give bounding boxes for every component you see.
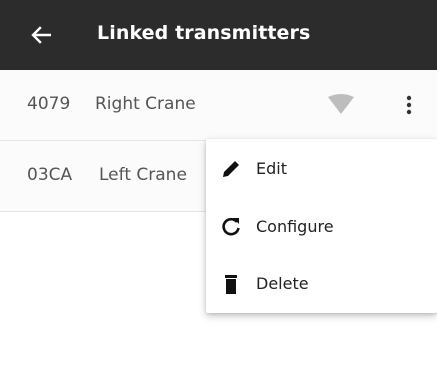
- menu-item-label: Edit: [256, 159, 287, 178]
- menu-item-edit[interactable]: Edit: [206, 141, 437, 197]
- more-vert-icon: [406, 95, 412, 115]
- trash-icon: [225, 275, 237, 294]
- refresh-icon: [222, 217, 240, 236]
- transmitter-id: 03CA: [27, 165, 73, 185]
- menu-item-label: Delete: [256, 274, 309, 293]
- arrow-left-icon: [31, 26, 51, 44]
- transmitter-name: Left Crane: [99, 165, 187, 185]
- transmitter-name: Right Crane: [95, 94, 196, 114]
- menu-item-configure[interactable]: Configure: [206, 199, 437, 255]
- menu-item-delete[interactable]: Delete: [206, 256, 437, 312]
- page-title: Linked transmitters: [97, 22, 311, 44]
- more-options-button[interactable]: [396, 90, 422, 120]
- back-button[interactable]: [26, 20, 56, 50]
- pencil-icon: [223, 161, 239, 177]
- transmitter-id: 4079: [27, 94, 71, 114]
- menu-item-label: Configure: [256, 217, 334, 236]
- app-bar: Linked transmitters: [0, 0, 437, 70]
- context-menu: Edit Configure Delete: [206, 139, 437, 313]
- list-item-right-crane[interactable]: 4079 Right Crane: [0, 70, 437, 141]
- wifi-signal-icon: [328, 94, 354, 114]
